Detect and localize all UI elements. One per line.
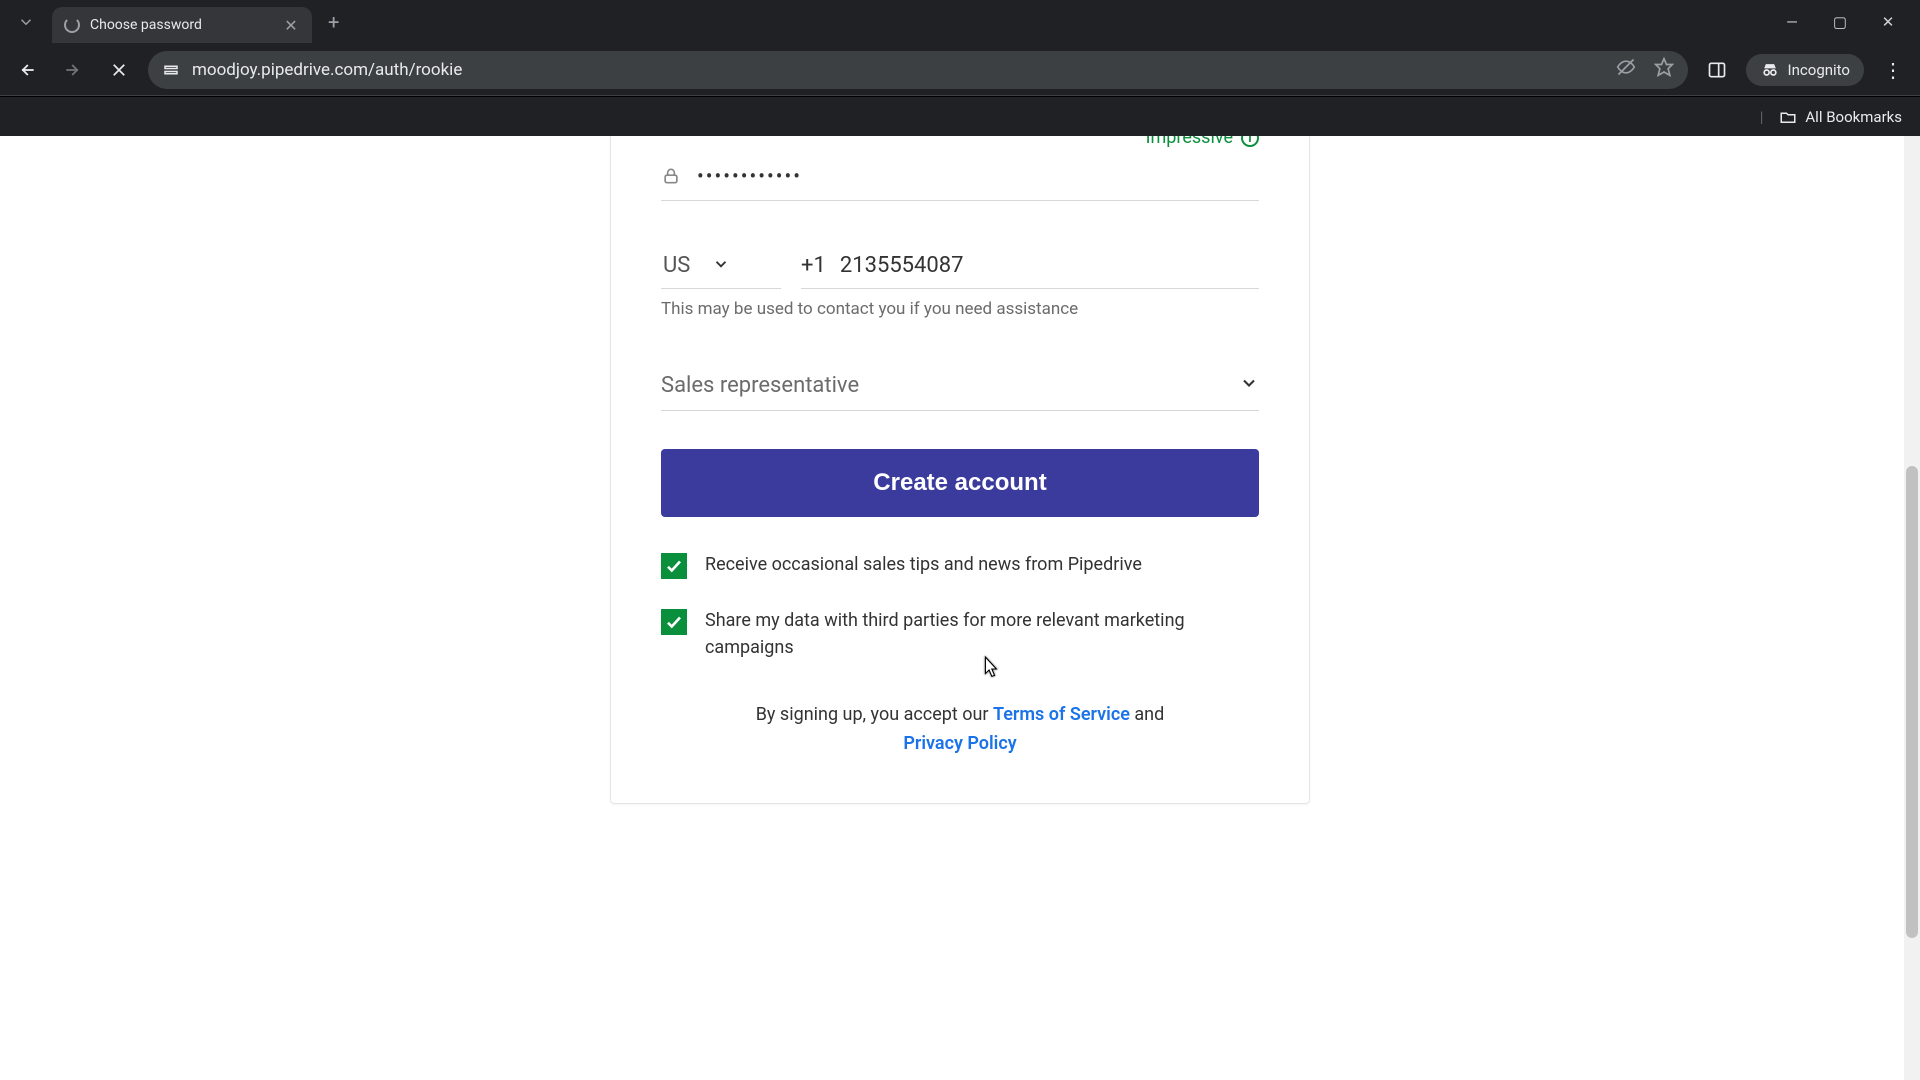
tab-title: Choose password bbox=[90, 17, 272, 33]
back-button[interactable] bbox=[10, 53, 44, 87]
legal-and: and bbox=[1130, 704, 1164, 725]
checkbox-share[interactable] bbox=[661, 609, 687, 635]
eye-off-icon[interactable] bbox=[1616, 57, 1636, 82]
password-field[interactable] bbox=[661, 154, 1259, 201]
country-select[interactable]: US bbox=[661, 245, 781, 289]
create-account-label: Create account bbox=[873, 469, 1046, 496]
checkbox-tips-label: Receive occasional sales tips and news f… bbox=[705, 551, 1142, 578]
new-tab-button[interactable]: + bbox=[320, 10, 347, 34]
phone-prefix: +1 bbox=[801, 253, 826, 278]
window-controls: ― ▢ ✕ bbox=[1782, 13, 1912, 31]
page-viewport: Impressive i US +1 This may be used to c… bbox=[0, 136, 1920, 1080]
country-code-label: US bbox=[663, 253, 690, 278]
role-value: Sales representative bbox=[661, 373, 859, 398]
address-bar[interactable]: moodjoy.pipedrive.com/auth/rookie bbox=[148, 51, 1688, 89]
phone-hint: This may be used to contact you if you n… bbox=[661, 299, 1259, 319]
browser-tab[interactable]: Choose password ✕ bbox=[52, 7, 312, 43]
maximize-button[interactable]: ▢ bbox=[1830, 13, 1850, 31]
bookmark-star-icon[interactable] bbox=[1654, 57, 1674, 82]
checkbox-tips[interactable] bbox=[661, 553, 687, 579]
password-strength-row: Impressive i bbox=[661, 136, 1259, 148]
create-account-button[interactable]: Create account bbox=[661, 449, 1259, 517]
checkbox-row-share: Share my data with third parties for mor… bbox=[661, 607, 1259, 661]
phone-field[interactable]: +1 bbox=[801, 245, 1259, 289]
password-strength-label: Impressive bbox=[1146, 136, 1233, 148]
scrollbar-thumb[interactable] bbox=[1906, 466, 1918, 938]
all-bookmarks-button[interactable]: All Bookmarks bbox=[1779, 108, 1902, 126]
legal-prefix: By signing up, you accept our bbox=[756, 704, 993, 725]
checkbox-row-tips: Receive occasional sales tips and news f… bbox=[661, 551, 1259, 579]
legal-text: By signing up, you accept our Terms of S… bbox=[661, 701, 1259, 759]
chevron-down-icon bbox=[1239, 373, 1259, 398]
tab-strip: Choose password ✕ + ― ▢ ✕ bbox=[0, 0, 1920, 44]
incognito-label: Incognito bbox=[1788, 61, 1850, 79]
info-icon[interactable]: i bbox=[1241, 136, 1259, 147]
role-select[interactable]: Sales representative bbox=[661, 363, 1259, 411]
bookmarks-bar: | All Bookmarks bbox=[0, 96, 1920, 136]
phone-input[interactable] bbox=[840, 253, 1259, 278]
signup-card: Impressive i US +1 This may be used to c… bbox=[610, 136, 1310, 804]
incognito-indicator[interactable]: Incognito bbox=[1746, 54, 1864, 86]
checkbox-share-label: Share my data with third parties for mor… bbox=[705, 607, 1259, 661]
forward-button[interactable] bbox=[56, 53, 90, 87]
password-input[interactable] bbox=[697, 164, 1259, 188]
browser-menu-button[interactable]: ⋮ bbox=[1876, 53, 1910, 87]
all-bookmarks-label: All Bookmarks bbox=[1805, 108, 1902, 126]
lock-icon bbox=[661, 166, 681, 186]
phone-row: US +1 bbox=[661, 245, 1259, 289]
terms-link[interactable]: Terms of Service bbox=[993, 704, 1130, 725]
chevron-down-icon bbox=[712, 254, 730, 278]
close-window-button[interactable]: ✕ bbox=[1878, 13, 1898, 31]
browser-toolbar: moodjoy.pipedrive.com/auth/rookie Incogn… bbox=[0, 44, 1920, 96]
privacy-link[interactable]: Privacy Policy bbox=[903, 733, 1016, 754]
browser-chrome: Choose password ✕ + ― ▢ ✕ moodjoy.pipedr… bbox=[0, 0, 1920, 136]
minimize-button[interactable]: ― bbox=[1782, 13, 1802, 31]
tab-search-button[interactable] bbox=[8, 4, 44, 40]
tab-favicon bbox=[64, 17, 80, 33]
tab-close-icon[interactable]: ✕ bbox=[282, 16, 300, 35]
side-panel-button[interactable] bbox=[1700, 53, 1734, 87]
scrollbar-track[interactable] bbox=[1904, 136, 1920, 1080]
site-info-icon[interactable] bbox=[162, 61, 180, 79]
stop-reload-button[interactable] bbox=[102, 53, 136, 87]
url-text: moodjoy.pipedrive.com/auth/rookie bbox=[192, 60, 1604, 80]
